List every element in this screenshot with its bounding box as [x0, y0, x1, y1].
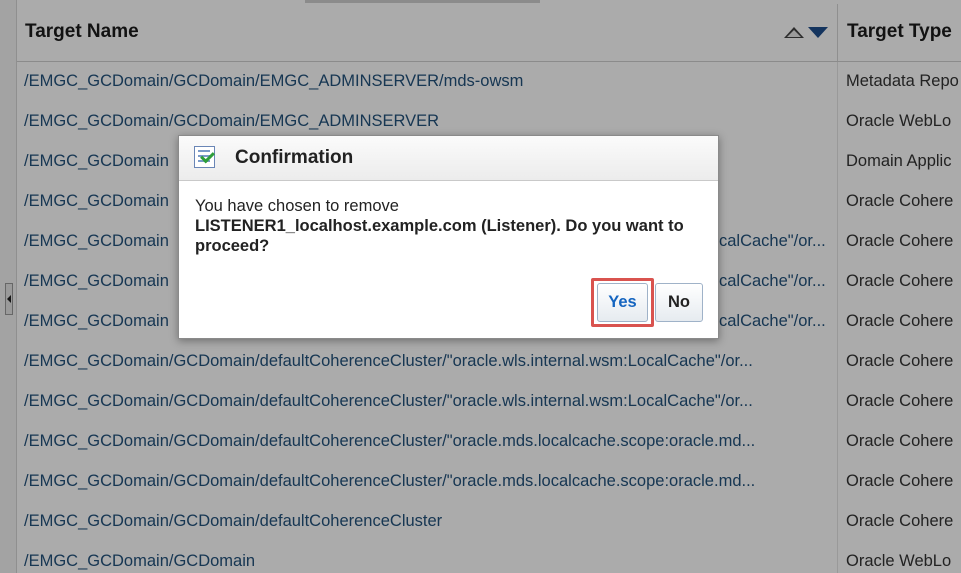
dialog-titlebar: Confirmation: [179, 136, 718, 181]
confirmation-dialog: Confirmation You have chosen to remove L…: [178, 135, 719, 339]
yes-button[interactable]: Yes: [597, 283, 648, 322]
dialog-title: Confirmation: [235, 147, 354, 168]
dialog-message: You have chosen to remove LISTENER1_loca…: [195, 196, 705, 256]
dialog-message-lead: You have chosen to remove: [195, 197, 399, 215]
checklist-icon: [194, 146, 215, 168]
dialog-message-body: LISTENER1_localhost.example.com (Listene…: [195, 217, 684, 255]
page: Target Name Target Type /EMGC_GCDomain/G…: [0, 0, 961, 573]
no-button[interactable]: No: [655, 283, 703, 322]
